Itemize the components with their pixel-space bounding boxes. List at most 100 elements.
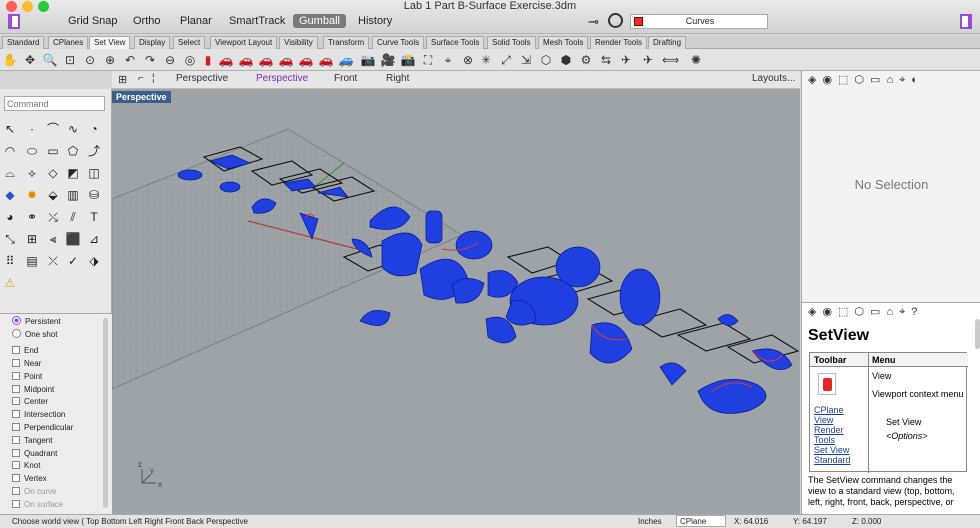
zoom-selected-icon[interactable]: ⊕: [102, 52, 118, 68]
camera-icon[interactable]: 📷: [360, 52, 376, 68]
history-toggle[interactable]: History: [352, 14, 398, 28]
osnap-scrollbar[interactable]: [103, 318, 108, 508]
help-link-standard[interactable]: Standard: [814, 455, 851, 465]
join-icon[interactable]: ⬙: [45, 187, 61, 203]
array-icon[interactable]: ⊞: [24, 231, 40, 247]
properties-tab-icons[interactable]: ◈◉⬚⬡▭⌂⌖◐: [808, 73, 978, 87]
select-arrow-icon[interactable]: ↖: [2, 121, 18, 137]
place-camera-icon[interactable]: ⌖: [440, 52, 456, 68]
osnap-target-icon[interactable]: ⊸: [588, 14, 599, 30]
tab-render-tools[interactable]: Render Tools: [590, 36, 647, 49]
tab-viewport-perspective-2[interactable]: Perspective: [256, 73, 308, 84]
osnap-near-checkbox[interactable]: Near: [12, 358, 41, 370]
polyline-icon[interactable]: ⌒: [45, 121, 61, 137]
dimension-icon[interactable]: ⊿: [86, 231, 102, 247]
parallel-view-icon[interactable]: ⬢: [558, 52, 574, 68]
text-object-icon[interactable]: ⟡: [24, 165, 40, 181]
zoom-extents-icon[interactable]: ⊙: [82, 52, 98, 68]
camera-target-icon[interactable]: 🎥: [380, 52, 396, 68]
model-scene[interactable]: z y x: [112, 89, 800, 514]
help-link-view[interactable]: View: [814, 415, 833, 425]
extrude-surface-icon[interactable]: T: [86, 209, 102, 225]
help-link-cplane[interactable]: CPlane: [814, 405, 844, 415]
fillet-curve-icon[interactable]: ⤴: [86, 143, 102, 159]
circle-icon[interactable]: ◔: [86, 121, 102, 137]
two-point-perspective-icon[interactable]: ⛶: [420, 52, 436, 68]
tab-display[interactable]: Display: [134, 36, 171, 49]
panel-toggle-left-icon[interactable]: [8, 14, 20, 29]
maximize-viewport-icon[interactable]: ⊞: [118, 73, 127, 86]
osnap-point-checkbox[interactable]: Point: [12, 371, 42, 383]
planar-toggle[interactable]: Planar: [174, 14, 218, 28]
ellipse-icon[interactable]: ⬭: [24, 143, 40, 159]
tab-surface-tools[interactable]: Surface Tools: [426, 36, 485, 49]
place-target-icon[interactable]: ⊗: [460, 52, 476, 68]
osnap-quadrant-checkbox[interactable]: Quadrant: [12, 448, 57, 460]
sun-icon[interactable]: ✺: [688, 52, 704, 68]
walk-icon[interactable]: ⟺: [662, 52, 679, 68]
tab-select[interactable]: Select: [173, 36, 206, 49]
tab-cplanes[interactable]: CPlanes: [48, 36, 89, 49]
car-view-left-icon[interactable]: 🚗: [258, 52, 274, 68]
car-view-top-icon[interactable]: 🚗: [218, 52, 234, 68]
tab-viewport-front[interactable]: Front: [334, 73, 357, 84]
zoom-window-icon[interactable]: ⊡: [62, 52, 78, 68]
car-view-bottom-icon[interactable]: 🚗: [238, 52, 254, 68]
help-link-render[interactable]: Render: [814, 425, 844, 435]
car-view-back-icon[interactable]: 🚗: [318, 52, 334, 68]
tab-transform[interactable]: Transform: [323, 36, 370, 49]
osnap-persistent-radio[interactable]: Persistent: [12, 316, 61, 328]
help-link-set-view[interactable]: Set View: [814, 445, 849, 455]
loft-icon[interactable]: ◆: [2, 187, 18, 203]
zoom-target-icon[interactable]: ◎: [182, 52, 198, 68]
zoom-out-icon[interactable]: ⊖: [162, 52, 178, 68]
undo-view-icon[interactable]: ↶: [122, 52, 138, 68]
block-icon[interactable]: ⬛: [65, 231, 81, 247]
osnap-knot-checkbox[interactable]: Knot: [12, 460, 40, 472]
box-icon[interactable]: ▥: [65, 187, 81, 203]
point-icon[interactable]: ∙: [24, 121, 40, 137]
warning-icon[interactable]: ⚠: [2, 275, 18, 291]
osnap-midpoint-checkbox[interactable]: Midpoint: [12, 384, 54, 396]
tab-visibility[interactable]: Visibility: [279, 36, 318, 49]
tab-viewport-layout[interactable]: Viewport Layout: [210, 36, 278, 49]
render-icon[interactable]: ⬗: [86, 253, 102, 269]
rotate-view-icon[interactable]: ✥: [22, 52, 38, 68]
dolly-icon[interactable]: ⇲: [518, 52, 534, 68]
redo-view-icon[interactable]: ↷: [142, 52, 158, 68]
boolean-icon[interactable]: ⚭: [24, 209, 40, 225]
viewport-menu-icon[interactable]: ¦: [152, 73, 155, 84]
tab-standard[interactable]: Standard: [2, 36, 45, 49]
check-icon[interactable]: ✓: [65, 253, 81, 269]
help-scrollbar[interactable]: [975, 319, 980, 349]
layouts-button[interactable]: Layouts...: [752, 73, 795, 84]
fly-icon[interactable]: ✈: [640, 52, 656, 68]
polygon-icon[interactable]: ⬠: [65, 143, 81, 159]
tilt-view-icon[interactable]: ⤢: [498, 52, 514, 68]
zoom-icon[interactable]: 🔍: [42, 52, 58, 68]
layer-icon[interactable]: ▤: [24, 253, 40, 269]
sphere-icon[interactable]: ◕: [2, 209, 18, 225]
rectangle-icon[interactable]: ▭: [45, 143, 61, 159]
tab-viewport-perspective-1[interactable]: Perspective: [176, 73, 228, 84]
osnap-center-checkbox[interactable]: Center: [12, 396, 48, 408]
tab-mesh-tools[interactable]: Mesh Tools: [538, 36, 589, 49]
offset-curve-icon[interactable]: ⌓: [2, 165, 18, 181]
analyze-icon[interactable]: ⤫: [45, 253, 61, 269]
turntable-icon[interactable]: ✈: [618, 52, 634, 68]
curve-cv-icon[interactable]: ∿: [65, 121, 81, 137]
trim-icon[interactable]: ⤯: [45, 209, 61, 225]
move-icon[interactable]: ⤡: [2, 231, 18, 247]
units-label[interactable]: Inches: [638, 515, 662, 528]
tab-viewport-right[interactable]: Right: [386, 73, 409, 84]
osnap-perpendicular-checkbox[interactable]: Perpendicular: [12, 422, 73, 434]
smarttrack-toggle[interactable]: SmartTrack: [223, 14, 291, 28]
tab-curve-tools[interactable]: Curve Tools: [372, 36, 425, 49]
arc-icon[interactable]: ◠: [2, 143, 18, 159]
plane-icon[interactable]: ◇: [45, 165, 61, 181]
car-view-front-icon[interactable]: 🚗: [298, 52, 314, 68]
car-view-perspective-icon[interactable]: 🚙: [338, 52, 354, 68]
osnap-vertex-checkbox[interactable]: Vertex: [12, 473, 47, 485]
panel-toggle-right-icon[interactable]: [960, 14, 972, 29]
osnap-tangent-checkbox[interactable]: Tangent: [12, 435, 52, 447]
